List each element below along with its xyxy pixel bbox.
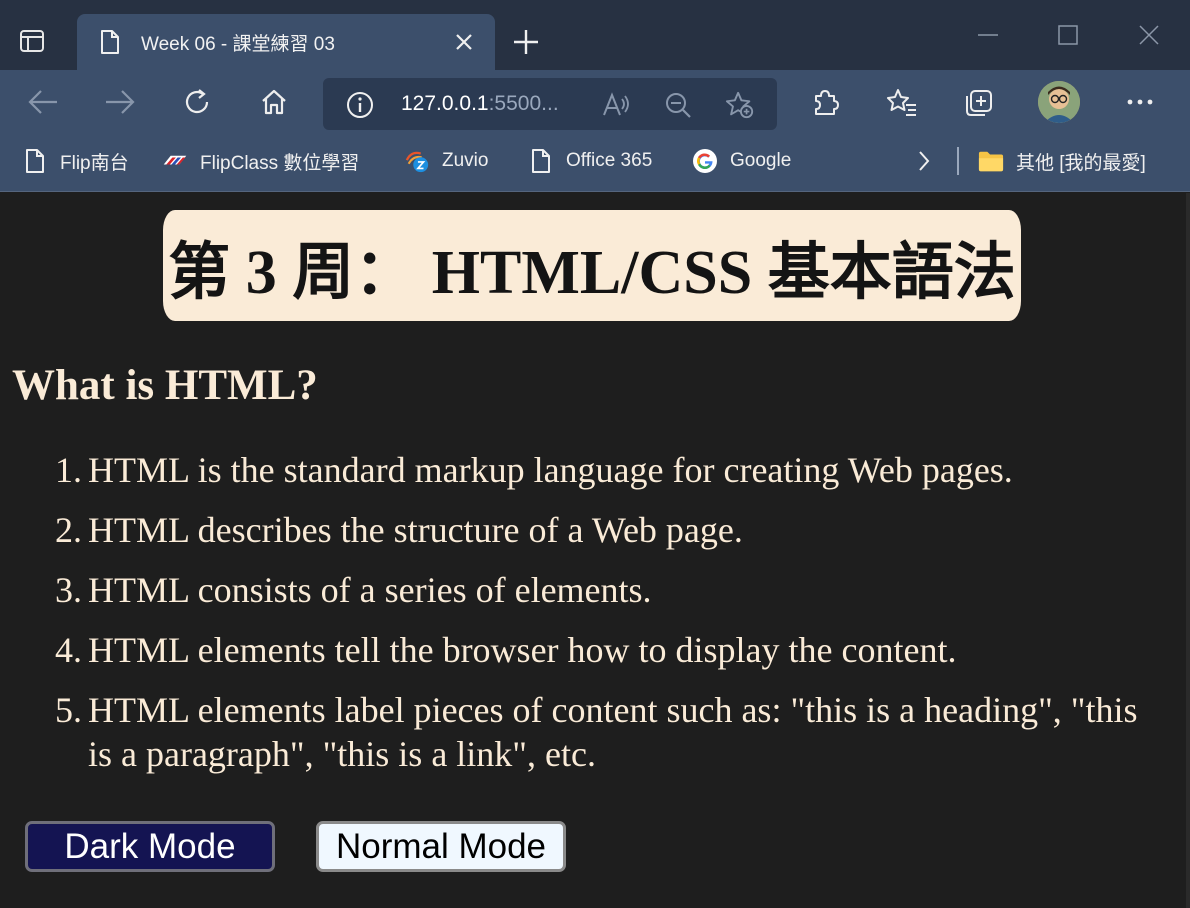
google-logo-icon (692, 148, 718, 174)
bookmark-flipclass[interactable]: FlipClass 數位學習 (162, 146, 359, 176)
list-item-text: HTML elements tell the browser how to di… (88, 630, 957, 670)
tab-actions-icon[interactable] (14, 26, 50, 56)
forward-icon[interactable] (100, 84, 140, 120)
list-item: 2. HTML describes the structure of a Web … (55, 508, 1148, 552)
html-facts-list: 1. HTML is the standard markup language f… (55, 448, 1148, 792)
list-item-number: 4. (55, 630, 82, 670)
bookmark-label: Zuvio (442, 150, 489, 171)
address-bar[interactable]: 127.0.0.1:5500... (323, 78, 777, 130)
tab-strip: Week 06 - 課堂練習 03 (0, 0, 1190, 70)
list-item: 5. HTML elements label pieces of content … (55, 688, 1148, 776)
bookmark-google[interactable]: Google (692, 146, 791, 176)
new-tab-icon[interactable] (510, 26, 542, 58)
list-item-number: 5. (55, 690, 82, 730)
list-item-text: HTML consists of a series of elements. (88, 570, 652, 610)
bookmarks-overflow-chevron-icon[interactable] (916, 146, 932, 176)
read-aloud-icon[interactable] (601, 90, 631, 120)
zoom-out-icon[interactable] (663, 90, 693, 120)
favorites-separator (957, 147, 959, 175)
url-text[interactable]: 127.0.0.1:5500... (401, 92, 559, 116)
list-item: 1. HTML is the standard markup language f… (55, 448, 1148, 492)
refresh-icon[interactable] (177, 84, 217, 120)
back-icon[interactable] (23, 84, 63, 120)
maximize-icon[interactable] (1047, 20, 1089, 50)
favorites-bar: Flip南台 FlipClass 數位學習 Zuvio Office 365 G… (0, 134, 1190, 192)
url-host: 127.0.0.1 (401, 92, 489, 115)
extensions-icon[interactable] (805, 84, 845, 120)
bookmark-label: FlipClass 數位學習 (200, 152, 360, 174)
normal-mode-button[interactable]: Normal Mode (316, 821, 566, 872)
page-icon (99, 29, 121, 55)
bookmark-flip[interactable]: Flip南台 (22, 146, 129, 176)
bookmark-label: Flip南台 (60, 152, 129, 174)
list-item-number: 1. (55, 450, 82, 490)
scrollbar-track[interactable] (1186, 193, 1190, 908)
page-content: 第 3 周： HTML/CSS 基本語法 What is HTML? 1. HTM… (0, 193, 1190, 908)
home-icon[interactable] (254, 84, 294, 120)
profile-avatar[interactable] (1038, 81, 1080, 123)
minimize-icon[interactable] (967, 20, 1009, 50)
favorites-icon[interactable] (882, 84, 922, 120)
dark-mode-button[interactable]: Dark Mode (25, 821, 275, 872)
other-favorites-folder[interactable]: 其他 [我的最愛] (978, 146, 1146, 176)
list-item-text: HTML elements label pieces of content su… (88, 690, 1138, 774)
page-title: 第 3 周： HTML/CSS 基本語法 (168, 238, 1016, 307)
bookmark-zuvio[interactable]: Zuvio (404, 146, 488, 176)
url-rest: :5500... (488, 92, 559, 115)
folder-icon (978, 148, 1004, 174)
list-item-text: HTML is the standard markup language for… (88, 450, 1013, 490)
other-favorites-label: 其他 [我的最愛] (1016, 152, 1146, 174)
list-item-number: 2. (55, 510, 82, 550)
more-options-icon[interactable] (1120, 84, 1160, 120)
title-banner: 第 3 周： HTML/CSS 基本語法 (163, 210, 1021, 321)
section-heading: What is HTML? (12, 362, 318, 409)
list-item: 4. HTML elements tell the browser how to … (55, 628, 1148, 672)
bookmark-office365[interactable]: Office 365 (528, 146, 652, 176)
page-icon (22, 148, 48, 174)
tab-title: Week 06 - 課堂練習 03 (141, 33, 335, 55)
add-favorite-icon[interactable] (725, 90, 755, 120)
info-icon[interactable] (345, 90, 375, 120)
bookmark-label: Office 365 (566, 150, 653, 171)
page-icon (528, 148, 554, 174)
close-window-icon[interactable] (1128, 20, 1170, 50)
list-item-text: HTML describes the structure of a Web pa… (88, 510, 743, 550)
collections-icon[interactable] (959, 84, 999, 120)
flipclass-logo-icon (162, 148, 188, 174)
close-tab-icon[interactable] (451, 29, 477, 55)
active-tab[interactable]: Week 06 - 課堂練習 03 (77, 14, 495, 70)
bookmark-label: Google (730, 150, 792, 171)
list-item-number: 3. (55, 570, 82, 610)
list-item: 3. HTML consists of a series of elements. (55, 568, 1148, 612)
navigation-toolbar: 127.0.0.1:5500... (0, 70, 1190, 134)
zuvio-logo-icon (404, 148, 430, 174)
